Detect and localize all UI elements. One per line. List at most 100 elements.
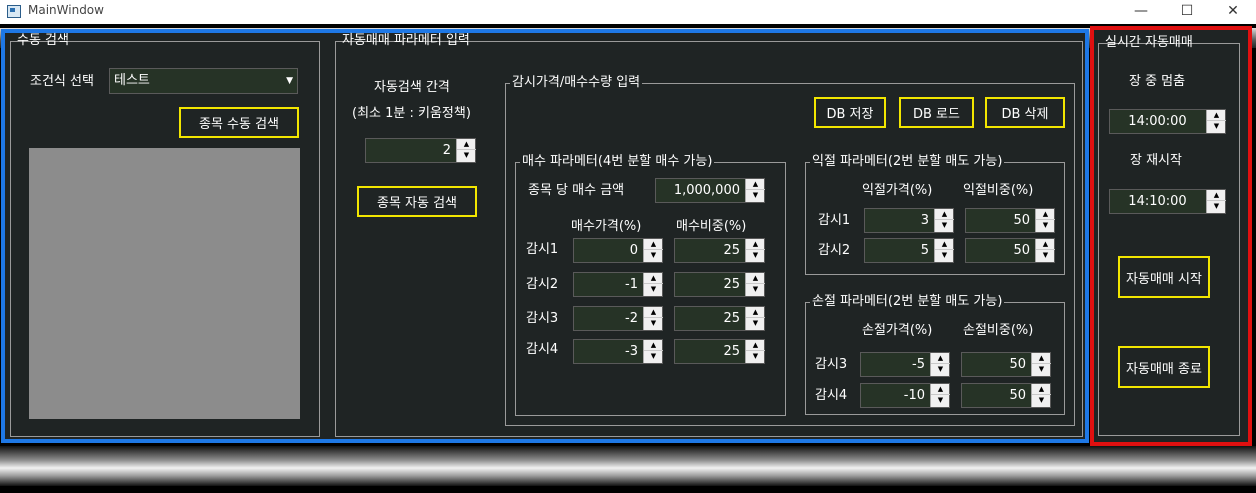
take-profit-weight-spinbox[interactable]: 50 ▲ ▼	[965, 208, 1055, 233]
close-button[interactable]: ✕	[1210, 0, 1256, 24]
title-bar: MainWindow — ☐ ✕	[0, 0, 1256, 24]
spin-down-icon[interactable]: ▼	[644, 351, 663, 362]
spin-up-icon[interactable]: ▲	[644, 340, 663, 351]
spin-down-icon[interactable]: ▼	[644, 318, 663, 329]
db-delete-button[interactable]: DB 삭제	[985, 97, 1065, 128]
take-profit-weight-value: 50	[1013, 213, 1030, 228]
spin-up-icon[interactable]: ▲	[935, 239, 954, 250]
spin-up-icon[interactable]: ▲	[931, 353, 950, 364]
buy-weight-spinbox[interactable]: 25 ▲ ▼	[674, 306, 765, 331]
spin-up-icon[interactable]: ▲	[1032, 353, 1051, 364]
spin-up-icon[interactable]: ▲	[1032, 384, 1051, 395]
app-icon	[7, 5, 21, 18]
buy-weight-value: 25	[723, 311, 740, 326]
spin-down-icon[interactable]: ▼	[746, 250, 765, 261]
buy-weight-spinbox[interactable]: 25 ▲ ▼	[674, 339, 765, 364]
start-auto-trading-button[interactable]: 자동매매 시작	[1118, 256, 1210, 298]
buy-weight-spinbox[interactable]: 25 ▲ ▼	[674, 272, 765, 297]
stop-loss-price-header: 손절가격(%)	[862, 323, 933, 338]
take-profit-weight-value: 50	[1013, 243, 1030, 258]
spin-down-icon[interactable]: ▼	[746, 318, 765, 329]
spin-up-icon[interactable]: ▲	[644, 307, 663, 318]
stop-loss-price-value: -10	[903, 388, 925, 403]
spin-up-icon[interactable]: ▲	[746, 239, 765, 250]
buy-price-value: -1	[625, 277, 638, 292]
spin-up-icon[interactable]: ▲	[644, 273, 663, 284]
stop-loss-weight-spinbox[interactable]: 50 ▲ ▼	[961, 383, 1051, 408]
spin-down-icon[interactable]: ▼	[935, 220, 954, 231]
spin-up-icon[interactable]: ▲	[935, 209, 954, 220]
stop-loss-row-label: 감시4	[815, 388, 848, 403]
take-profit-price-spinbox[interactable]: 5 ▲ ▼	[864, 238, 954, 263]
spin-down-icon[interactable]: ▼	[1207, 121, 1226, 132]
pause-label: 장 중 멈춤	[1129, 74, 1186, 89]
interval-label: 자동검색 간격	[374, 80, 450, 95]
pause-time-spinbox[interactable]: 14:00:00 ▲ ▼	[1109, 109, 1226, 134]
stop-auto-trading-button[interactable]: 자동매매 종료	[1118, 346, 1210, 388]
spin-down-icon[interactable]: ▼	[931, 364, 950, 375]
maximize-button[interactable]: ☐	[1164, 0, 1210, 24]
take-profit-weight-header: 익절비중(%)	[963, 183, 1034, 198]
manual-search-title: 수동 검색	[17, 33, 69, 48]
stop-loss-weight-spinbox[interactable]: 50 ▲ ▼	[961, 352, 1051, 377]
interval-spinbox[interactable]: 2 ▲ ▼	[365, 138, 476, 163]
db-save-button[interactable]: DB 저장	[814, 97, 886, 128]
buy-params-title: 매수 파라메터(4번 분할 매수 가능)	[520, 154, 715, 170]
spin-up-icon[interactable]: ▲	[457, 139, 476, 150]
chevron-down-icon: ▼	[286, 76, 293, 86]
take-profit-price-header: 익절가격(%)	[862, 183, 933, 198]
minimize-button[interactable]: —	[1118, 0, 1164, 24]
spin-down-icon[interactable]: ▼	[746, 190, 765, 201]
spin-down-icon[interactable]: ▼	[1036, 220, 1055, 231]
watch-title: 감시가격/매수수량 입력	[510, 75, 643, 91]
stop-loss-price-spinbox[interactable]: -10 ▲ ▼	[860, 383, 950, 408]
take-profit-price-value: 3	[920, 213, 929, 228]
spin-up-icon[interactable]: ▲	[746, 307, 765, 318]
buy-price-spinbox[interactable]: 0 ▲ ▼	[573, 238, 663, 263]
interval-note: (최소 1분 : 키움정책)	[352, 106, 471, 121]
spin-down-icon[interactable]: ▼	[935, 250, 954, 261]
spin-up-icon[interactable]: ▲	[1036, 239, 1055, 250]
condition-select-value: 테스트	[114, 73, 150, 88]
restart-time-value: 14:10:00	[1128, 194, 1187, 209]
result-list-area[interactable]	[29, 148, 300, 419]
spin-down-icon[interactable]: ▼	[1036, 250, 1055, 261]
spin-down-icon[interactable]: ▼	[746, 351, 765, 362]
spin-down-icon[interactable]: ▼	[1032, 395, 1051, 406]
restart-label: 장 재시작	[1130, 153, 1182, 168]
spin-down-icon[interactable]: ▼	[931, 395, 950, 406]
spin-up-icon[interactable]: ▲	[746, 273, 765, 284]
spin-down-icon[interactable]: ▼	[1032, 364, 1051, 375]
buy-price-spinbox[interactable]: -1 ▲ ▼	[573, 272, 663, 297]
spin-up-icon[interactable]: ▲	[1036, 209, 1055, 220]
restart-time-spinbox[interactable]: 14:10:00 ▲ ▼	[1109, 189, 1226, 214]
spin-up-icon[interactable]: ▲	[746, 340, 765, 351]
spin-up-icon[interactable]: ▲	[1207, 190, 1226, 201]
take-profit-weight-spinbox[interactable]: 50 ▲ ▼	[965, 238, 1055, 263]
spin-down-icon[interactable]: ▼	[1207, 201, 1226, 212]
spin-down-icon[interactable]: ▼	[457, 150, 476, 161]
spin-down-icon[interactable]: ▼	[746, 284, 765, 295]
stop-loss-price-spinbox[interactable]: -5 ▲ ▼	[860, 352, 950, 377]
spin-up-icon[interactable]: ▲	[644, 239, 663, 250]
interval-value: 2	[442, 143, 451, 158]
spin-up-icon[interactable]: ▲	[931, 384, 950, 395]
take-profit-price-spinbox[interactable]: 3 ▲ ▼	[864, 208, 954, 233]
buy-weight-value: 25	[723, 243, 740, 258]
condition-select[interactable]: 테스트 ▼	[109, 68, 298, 94]
manual-search-button[interactable]: 종목 수동 검색	[179, 107, 299, 138]
db-load-button[interactable]: DB 로드	[899, 97, 974, 128]
buy-price-spinbox[interactable]: -2 ▲ ▼	[573, 306, 663, 331]
buy-price-header: 매수가격(%)	[571, 219, 642, 234]
stop-loss-weight-value: 50	[1009, 388, 1026, 403]
spin-down-icon[interactable]: ▼	[644, 284, 663, 295]
buy-weight-spinbox[interactable]: 25 ▲ ▼	[674, 238, 765, 263]
spin-up-icon[interactable]: ▲	[1207, 110, 1226, 121]
auto-search-button[interactable]: 종목 자동 검색	[357, 186, 477, 217]
spin-down-icon[interactable]: ▼	[644, 250, 663, 261]
realtime-title: 실시간 자동매매	[1105, 35, 1193, 50]
window-title: MainWindow	[28, 3, 104, 17]
buy-price-spinbox[interactable]: -3 ▲ ▼	[573, 339, 663, 364]
buy-amount-spinbox[interactable]: 1,000,000 ▲ ▼	[655, 178, 765, 203]
spin-up-icon[interactable]: ▲	[746, 179, 765, 190]
